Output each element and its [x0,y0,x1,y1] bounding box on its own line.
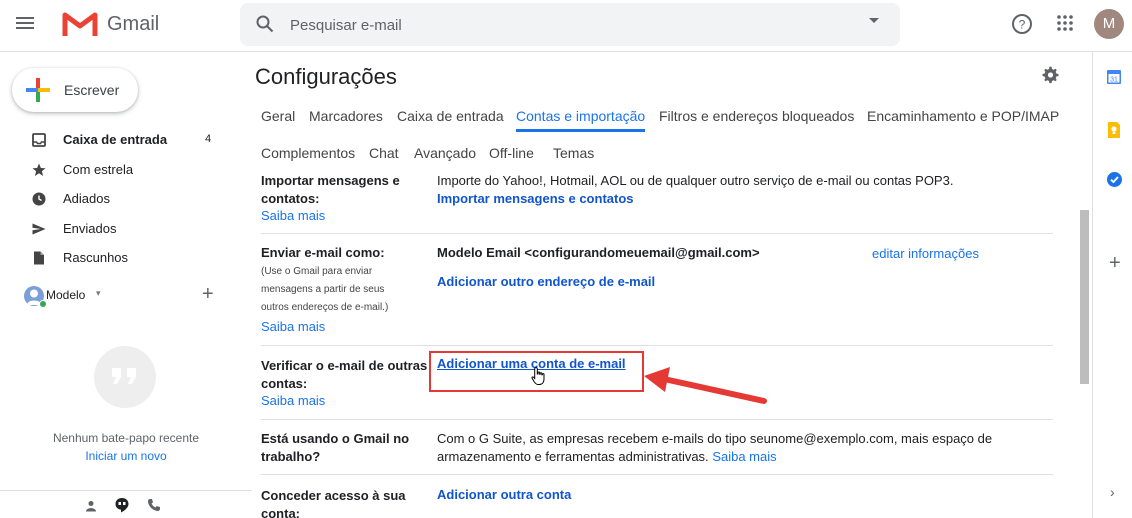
gmail-m-icon [62,12,98,36]
contacts-icon[interactable] [85,500,97,512]
import-label: Importar mensagens e contatos: [261,173,400,206]
search-options-chevron-icon[interactable] [869,18,879,23]
tab-chat[interactable]: Chat [369,145,399,161]
help-icon[interactable]: ? [1011,13,1033,35]
row-divider [261,233,1053,234]
sidebar-item-sent[interactable]: Enviados [0,215,226,244]
row-divider [261,419,1053,420]
sidebar-item-snoozed[interactable]: Adiados [0,185,226,214]
tab-filters[interactable]: Filtros e endereços bloqueados [659,108,854,124]
main-menu-icon[interactable] [14,14,36,36]
import-description: Importe do Yahoo!, Hotmail, AOL ou de qu… [437,173,954,188]
clock-icon [32,192,46,206]
hand-cursor-icon [531,366,545,385]
tab-labels[interactable]: Marcadores [309,108,383,124]
no-recent-chats-text: Nenhum bate-papo recente [52,431,200,445]
apps-grid-icon[interactable] [1056,14,1074,32]
add-another-account-link[interactable]: Adicionar outra conta [437,487,571,502]
send-as-address: Modelo Email <configurandomeuemail@gmail… [437,245,760,260]
gsuite-learn-more-link[interactable]: Saiba mais [712,449,776,464]
account-avatar[interactable]: M [1094,9,1124,39]
gmail-logo[interactable]: Gmail [62,10,159,38]
tab-general[interactable]: Geral [261,108,295,124]
get-addons-plus-icon[interactable]: + [1109,252,1121,275]
app-name: Gmail [107,12,160,35]
sidebar-item-label: Enviados [63,221,117,236]
tab-forwarding[interactable]: Encaminhamento e POP/IMAP [867,108,1059,124]
scrollbar-thumb[interactable] [1080,210,1089,384]
search-bar[interactable] [240,3,900,46]
hangouts-user-name: Modelo [46,288,86,302]
compose-plus-icon [26,78,50,102]
sidebar-item-starred[interactable]: Com estrela [0,156,226,185]
check-mail-label: Verificar o e-mail de outras contas: [261,358,428,391]
tab-advanced[interactable]: Avançado [414,145,476,161]
chat-bubble-icon [94,346,156,408]
tab-addons[interactable]: Complementos [261,145,355,161]
tab-inbox[interactable]: Caixa de entrada [397,108,504,124]
send-icon [32,223,46,235]
gsuite-description: Com o G Suite, as empresas recebem e-mai… [437,431,993,464]
chat-tab-bar [0,490,252,518]
phone-icon[interactable] [147,498,161,512]
tab-themes[interactable]: Temas [553,145,594,161]
top-bar: Gmail ? M [0,0,1132,52]
inbox-icon [32,133,46,147]
sidebar-item-label: Com estrela [63,162,134,177]
hangouts-user[interactable]: Modelo ▾ + [24,283,224,310]
svg-text:31: 31 [1110,76,1118,83]
tab-accounts-import[interactable]: Contas e importação [516,108,645,124]
send-as-description: (Use o Gmail para enviar mensagens a par… [261,266,389,313]
sidebar-item-drafts[interactable]: Rascunhos [0,244,226,273]
gear-icon[interactable] [1041,66,1059,84]
active-tab-indicator [516,129,645,132]
compose-label: Escrever [64,82,120,98]
row-divider [261,345,1053,346]
import-messages-contacts-link[interactable]: Importar mensagens e contatos [437,191,634,206]
page-title: Configurações [255,64,397,89]
chevron-down-icon[interactable]: ▾ [96,288,101,299]
draft-icon [34,251,44,265]
add-another-address-link[interactable]: Adicionar outro endereço de e-mail [437,274,655,289]
edit-info-link[interactable]: editar informações [872,246,979,261]
search-input[interactable] [290,13,840,37]
import-learn-more-link[interactable]: Saiba mais [261,208,325,223]
start-new-chat-link[interactable]: Iniciar um novo [0,449,252,463]
star-icon [32,163,46,176]
tasks-icon[interactable] [1107,172,1122,190]
expand-panel-chevron-icon[interactable]: › [1110,484,1115,500]
svg-text:?: ? [1019,18,1026,32]
add-chat-icon[interactable]: + [202,283,214,306]
grant-access-label: Conceder acesso à sua conta: [261,488,406,518]
unread-count: 4 [205,133,212,145]
compose-button[interactable]: Escrever [12,68,138,112]
search-icon[interactable] [256,15,274,33]
side-panel: 31 + › [1092,52,1132,518]
keep-icon[interactable] [1107,122,1121,141]
sidebar-item-inbox[interactable]: Caixa de entrada 4 [0,126,226,155]
sidebar-item-label: Adiados [63,191,110,206]
row-divider [261,474,1053,475]
send-as-learn-more-link[interactable]: Saiba mais [261,319,325,334]
calendar-icon[interactable]: 31 [1107,70,1121,87]
sidebar-item-label: Caixa de entrada [63,132,168,147]
hangouts-icon[interactable] [114,497,130,513]
red-arrow-icon [644,367,767,404]
send-as-label: Enviar e-mail como: [261,245,385,260]
sidebar-item-label: Rascunhos [63,250,129,265]
check-mail-learn-more-link[interactable]: Saiba mais [261,393,325,408]
work-label: Está usando o Gmail no trabalho? [261,431,410,464]
tab-offline[interactable]: Off-line [489,145,534,161]
